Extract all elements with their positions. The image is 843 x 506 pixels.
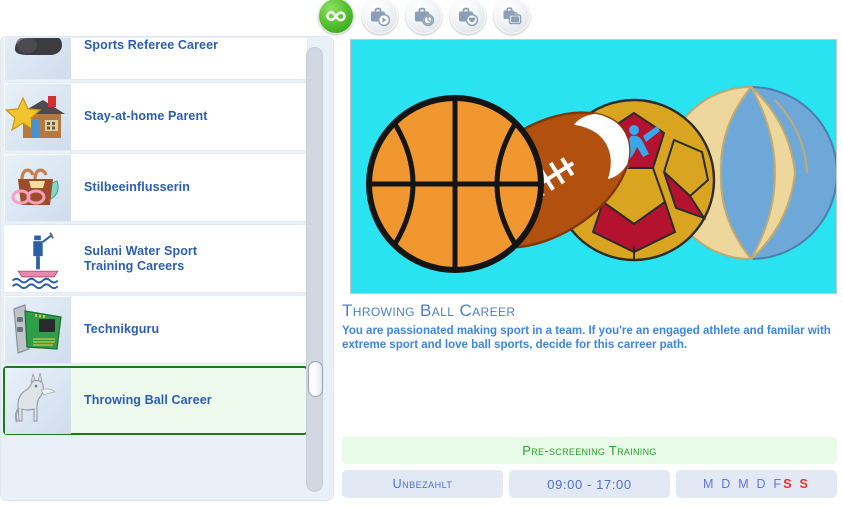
hours-chip[interactable]: 09:00 - 17:00 <box>509 470 670 498</box>
list-item-throwing-ball-career[interactable]: Throwing Ball Career <box>3 366 308 435</box>
handbag-sunglasses-icon <box>5 154 71 221</box>
briefcase-play-icon <box>368 4 392 28</box>
list-item-label: Throwing Ball Career <box>84 393 212 407</box>
briefcase-stack-icon <box>500 4 524 28</box>
list-item-label: Sports Referee Career <box>84 38 219 52</box>
list-item-label: Sulani Water Sport Training Careers <box>72 244 197 274</box>
list-item-label: Technikguru <box>84 322 160 336</box>
parttime-careers-tab[interactable] <box>406 0 442 34</box>
career-browser-window: Sports Referee Career Stay-at-home Paren… <box>0 0 843 506</box>
workdays-chip[interactable]: M D M D F S S <box>676 470 837 498</box>
favorite-careers-tab[interactable] <box>450 0 486 34</box>
schedule-section-header: Pre-screening Training <box>342 437 837 464</box>
career-list-scrollbar[interactable] <box>306 47 323 492</box>
page-title: Throwing Ball Career <box>342 301 516 320</box>
list-item-label-text: Sulani Water Sport Training Careers <box>84 243 198 273</box>
career-description: You are passionated making sport in a te… <box>342 325 831 351</box>
other-careers-tab[interactable] <box>494 0 530 34</box>
briefcase-heart-icon <box>456 4 480 28</box>
star-house-icon <box>5 83 71 150</box>
career-schedule-block: Pre-screening Training Unbezahlt 09:00 -… <box>342 437 837 498</box>
list-item-stay-at-home-parent[interactable]: Stay-at-home Parent <box>3 82 308 151</box>
career-detail-panel: Throwing Ball Career You are passionated… <box>338 36 838 506</box>
active-careers-tab[interactable] <box>362 0 398 34</box>
career-list-scroll-thumb[interactable] <box>308 361 323 397</box>
llama-statue-icon <box>5 367 71 434</box>
list-item-sports-referee-career[interactable]: Sports Referee Career <box>3 38 308 80</box>
whistle-icon <box>5 38 71 79</box>
sports-balls-image <box>350 39 837 294</box>
briefcase-clock-icon <box>412 4 436 28</box>
infinity-icon <box>324 4 348 28</box>
paddleboarder-icon <box>5 225 71 292</box>
graphics-card-icon <box>5 296 71 363</box>
weekday-letters: M D M D F <box>703 477 784 491</box>
all-careers-tab[interactable] <box>318 0 354 34</box>
list-item-label: Stilbeeinflusserin <box>84 180 190 194</box>
weekend-letters: S S <box>783 477 810 491</box>
list-item-label: Stay-at-home Parent <box>84 109 208 123</box>
career-list[interactable]: Sports Referee Career Stay-at-home Paren… <box>3 38 308 499</box>
schedule-chips: Unbezahlt 09:00 - 17:00 M D M D F S S <box>342 470 837 498</box>
career-category-toolbar <box>318 0 530 34</box>
pay-chip[interactable]: Unbezahlt <box>342 470 503 498</box>
list-item-technikguru[interactable]: Technikguru <box>3 295 308 364</box>
career-list-panel: Sports Referee Career Stay-at-home Paren… <box>0 36 334 501</box>
list-item-stilbeeinflusserin[interactable]: Stilbeeinflusserin <box>3 153 308 222</box>
list-item-sulani-water-sport-training-careers[interactable]: Sulani Water Sport Training Careers <box>3 224 308 293</box>
